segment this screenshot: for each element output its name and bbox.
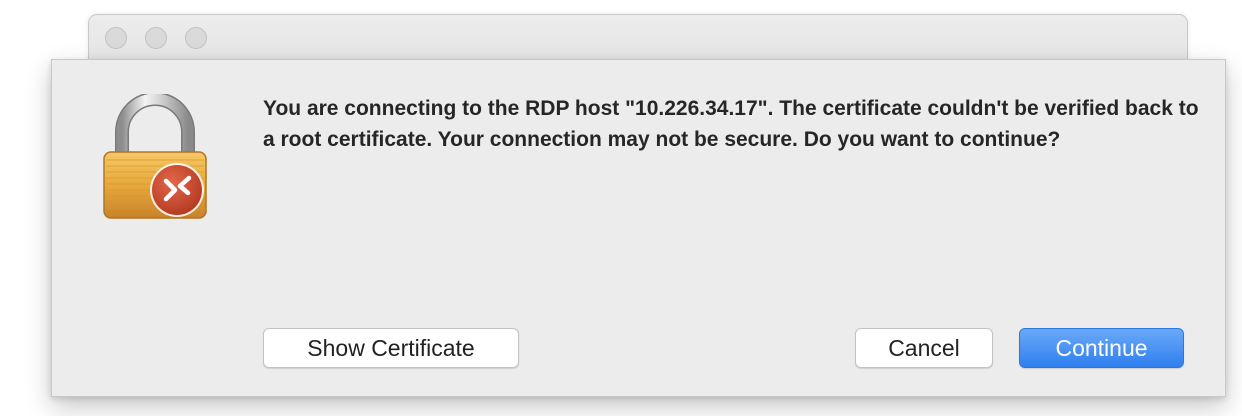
lock-rdp-icon bbox=[100, 94, 210, 224]
continue-button[interactable]: Continue bbox=[1019, 328, 1184, 368]
close-window-button[interactable] bbox=[105, 27, 127, 49]
screen: You are connecting to the RDP host "10.2… bbox=[0, 0, 1242, 416]
show-certificate-button[interactable]: Show Certificate bbox=[263, 328, 519, 368]
zoom-window-button[interactable] bbox=[185, 27, 207, 49]
dialog-message: You are connecting to the RDP host "10.2… bbox=[263, 97, 1199, 151]
cancel-button[interactable]: Cancel bbox=[855, 328, 993, 368]
minimize-window-button[interactable] bbox=[145, 27, 167, 49]
certificate-warning-dialog: You are connecting to the RDP host "10.2… bbox=[51, 59, 1226, 397]
